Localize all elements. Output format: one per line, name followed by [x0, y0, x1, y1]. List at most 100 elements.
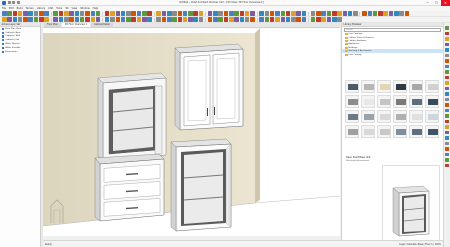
toolbar-tool-icon[interactable]	[74, 11, 80, 16]
toolbar-tool-icon[interactable]	[69, 11, 74, 16]
library-item-thumbnail[interactable]	[377, 110, 391, 123]
toolbar-tool-icon[interactable]	[218, 11, 223, 16]
toolbar-tool-icon[interactable]	[12, 17, 18, 22]
layer-visibility-checkbox[interactable]	[2, 31, 5, 34]
menu-item-terrain[interactable]: Terrain	[26, 7, 34, 10]
side-tool-icon[interactable]	[445, 152, 449, 156]
toolbar-tool-icon[interactable]	[126, 17, 131, 22]
toolbar-tool-icon[interactable]	[177, 11, 183, 16]
undo-icon[interactable]	[12, 1, 15, 4]
toolbar-tool-icon[interactable]	[136, 17, 142, 22]
toolbar-tool-icon[interactable]	[213, 17, 218, 22]
toolbar-tool-icon[interactable]	[198, 11, 204, 16]
toolbar-tool-icon[interactable]	[167, 11, 172, 16]
toolbar-tool-icon[interactable]	[104, 11, 110, 16]
toolbar-tool-icon[interactable]	[259, 11, 264, 16]
library-item-thumbnail[interactable]	[409, 125, 423, 138]
toolbar-tool-icon[interactable]	[213, 11, 218, 16]
menu-item-tools[interactable]: Tools	[56, 7, 62, 10]
toolbar-tool-icon[interactable]	[53, 17, 58, 22]
menu-item-build[interactable]: Build	[17, 7, 23, 10]
menu-item-window[interactable]: Window	[80, 7, 89, 10]
toolbar-tool-icon[interactable]	[291, 17, 296, 22]
toolbar-tool-icon[interactable]	[264, 17, 270, 22]
toolbar-tool-icon[interactable]	[239, 17, 245, 22]
library-item-thumbnail[interactable]	[345, 125, 359, 138]
side-tool-icon[interactable]	[445, 119, 449, 123]
toolbar-tool-icon[interactable]	[388, 11, 394, 16]
toolbar-tool-icon[interactable]	[188, 11, 193, 16]
toolbar-tool-icon[interactable]	[147, 11, 152, 16]
toolbar-tool-icon[interactable]	[90, 17, 96, 22]
toolbar-tool-icon[interactable]	[275, 11, 280, 16]
library-item-thumbnail[interactable]	[393, 110, 407, 123]
toolbar-tool-icon[interactable]	[207, 11, 213, 16]
library-item-thumbnail[interactable]	[345, 110, 359, 123]
side-tool-icon[interactable]	[445, 64, 449, 68]
side-tool-icon[interactable]	[445, 81, 449, 85]
library-item-thumbnail[interactable]	[361, 110, 375, 123]
library-item-thumbnail[interactable]	[345, 80, 359, 93]
menu-item-view[interactable]: View	[72, 7, 78, 10]
menu-item-file[interactable]: File	[2, 7, 6, 10]
toolbar-tool-icon[interactable]	[383, 11, 388, 16]
toolbar-tool-icon[interactable]	[285, 17, 291, 22]
toolbar-tool-icon[interactable]	[337, 17, 342, 22]
toolbar-tool-icon[interactable]	[142, 11, 147, 16]
side-tool-icon[interactable]	[445, 103, 449, 107]
side-tool-icon[interactable]	[445, 86, 449, 90]
toolbar-tool-icon[interactable]	[269, 11, 275, 16]
toolbar-tool-icon[interactable]	[310, 11, 316, 16]
toolbar-tool-icon[interactable]	[161, 17, 167, 22]
toolbar-tool-icon[interactable]	[342, 11, 348, 16]
toolbar-tool-icon[interactable]	[28, 11, 33, 16]
menu-item-edit[interactable]: Edit	[9, 7, 14, 10]
toolbar-tool-icon[interactable]	[182, 17, 188, 22]
toolbar-tool-icon[interactable]	[296, 11, 301, 16]
menu-item-help[interactable]: Help	[93, 7, 98, 10]
toolbar-tool-icon[interactable]	[85, 11, 90, 16]
toolbar-tool-icon[interactable]	[280, 17, 286, 22]
toolbar-tool-icon[interactable]	[53, 11, 58, 16]
layer-visibility-checkbox[interactable]	[2, 39, 5, 42]
toolbar-tool-icon[interactable]	[172, 17, 177, 22]
toolbar-tool-icon[interactable]	[142, 17, 147, 22]
toolbar-tool-icon[interactable]	[234, 11, 239, 16]
side-tool-icon[interactable]	[445, 130, 449, 134]
toolbar-tool-icon[interactable]	[7, 17, 12, 22]
library-item-thumbnail[interactable]	[361, 80, 375, 93]
toolbar-tool-icon[interactable]	[367, 11, 373, 16]
save-icon[interactable]	[7, 1, 11, 4]
toolbar-tool-icon[interactable]	[244, 11, 250, 16]
menu-item-library[interactable]: Library	[37, 7, 45, 10]
side-tool-icon[interactable]	[445, 53, 449, 57]
toolbar-tool-icon[interactable]	[126, 11, 131, 16]
toolbar-tool-icon[interactable]	[316, 17, 321, 22]
toolbar-tool-icon[interactable]	[193, 11, 198, 16]
maximize-button[interactable]: ☐	[432, 0, 441, 6]
toolbar-tool-icon[interactable]	[79, 17, 85, 22]
toolbar-tool-icon[interactable]	[44, 17, 49, 22]
toolbar-tool-icon[interactable]	[120, 11, 126, 16]
library-item-thumbnail[interactable]	[393, 80, 407, 93]
side-tool-icon[interactable]	[445, 147, 449, 151]
toolbar-tool-icon[interactable]	[12, 11, 18, 16]
toolbar-tool-icon[interactable]	[177, 17, 183, 22]
side-tool-icon[interactable]	[445, 158, 449, 162]
library-item-thumbnail[interactable]	[393, 125, 407, 138]
toolbar-tool-icon[interactable]	[172, 11, 177, 16]
toolbar-tool-icon[interactable]	[131, 17, 136, 22]
toolbar-tool-icon[interactable]	[234, 17, 239, 22]
toolbar-tool-icon[interactable]	[85, 17, 90, 22]
toolbar-tool-icon[interactable]	[275, 17, 280, 22]
side-tool-icon[interactable]	[445, 108, 449, 112]
menu-item-cad[interactable]: CAD	[48, 7, 53, 10]
toolbar-tool-icon[interactable]	[321, 17, 326, 22]
toolbar-tool-icon[interactable]	[244, 17, 250, 22]
side-tool-icon[interactable]	[445, 125, 449, 129]
toolbar-tool-icon[interactable]	[28, 17, 33, 22]
toolbar-tool-icon[interactable]	[207, 17, 213, 22]
close-button[interactable]: ✕	[441, 0, 450, 6]
toolbar-tool-icon[interactable]	[239, 11, 245, 16]
toolbar-tool-icon[interactable]	[17, 11, 23, 16]
